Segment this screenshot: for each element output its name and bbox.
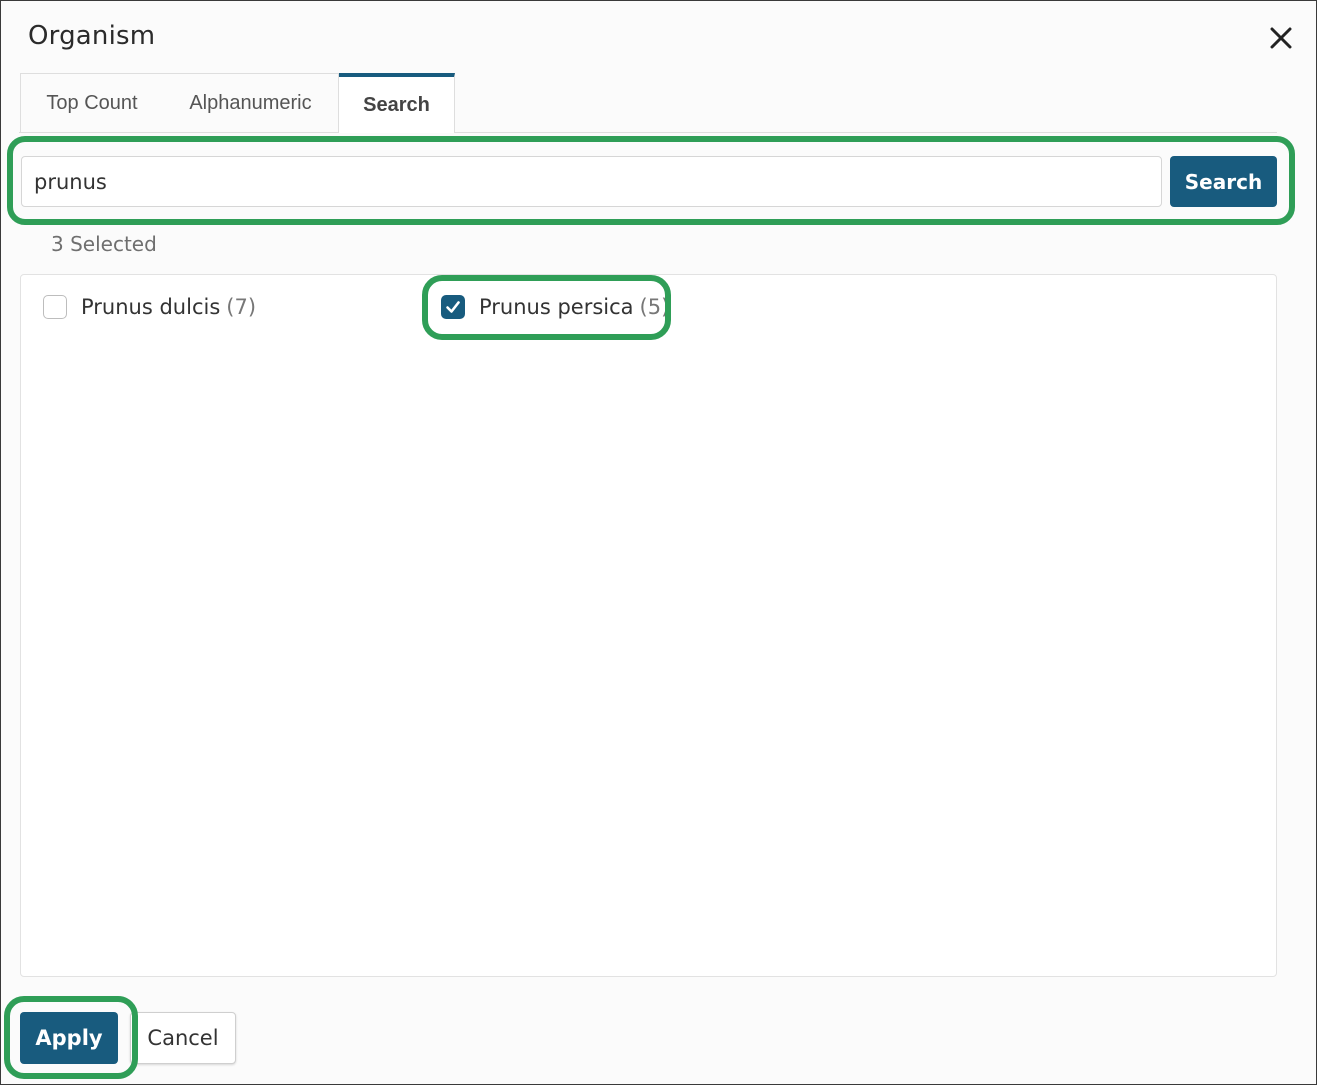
- dialog-title: Organism: [28, 21, 156, 51]
- close-icon: [1270, 27, 1292, 49]
- option-count: (5): [639, 295, 670, 319]
- tab-search[interactable]: Search: [339, 73, 455, 133]
- cancel-button[interactable]: Cancel: [130, 1012, 236, 1064]
- apply-button[interactable]: Apply: [20, 1012, 118, 1064]
- option-prunus-dulcis[interactable]: Prunus dulcis (7): [43, 293, 256, 321]
- checkbox-prunus-persica[interactable]: [441, 295, 465, 319]
- tab-top-count[interactable]: Top Count: [20, 73, 164, 132]
- results-list: [20, 274, 1277, 977]
- tabs-divider: [19, 132, 1277, 133]
- close-button[interactable]: [1263, 21, 1299, 57]
- option-prunus-persica[interactable]: Prunus persica (5): [441, 293, 669, 321]
- tab-alphanumeric[interactable]: Alphanumeric: [163, 73, 339, 132]
- checkbox-prunus-dulcis[interactable]: [43, 295, 67, 319]
- option-count: (7): [226, 295, 257, 319]
- search-input[interactable]: [21, 156, 1162, 207]
- checkmark-icon: [446, 301, 460, 313]
- option-label: Prunus persica: [479, 295, 634, 319]
- search-button[interactable]: Search: [1170, 156, 1277, 207]
- option-label: Prunus dulcis: [81, 295, 221, 319]
- organism-dialog: Organism Top Count Alphanumeric Search S…: [0, 0, 1317, 1085]
- selected-count: 3 Selected: [51, 232, 157, 256]
